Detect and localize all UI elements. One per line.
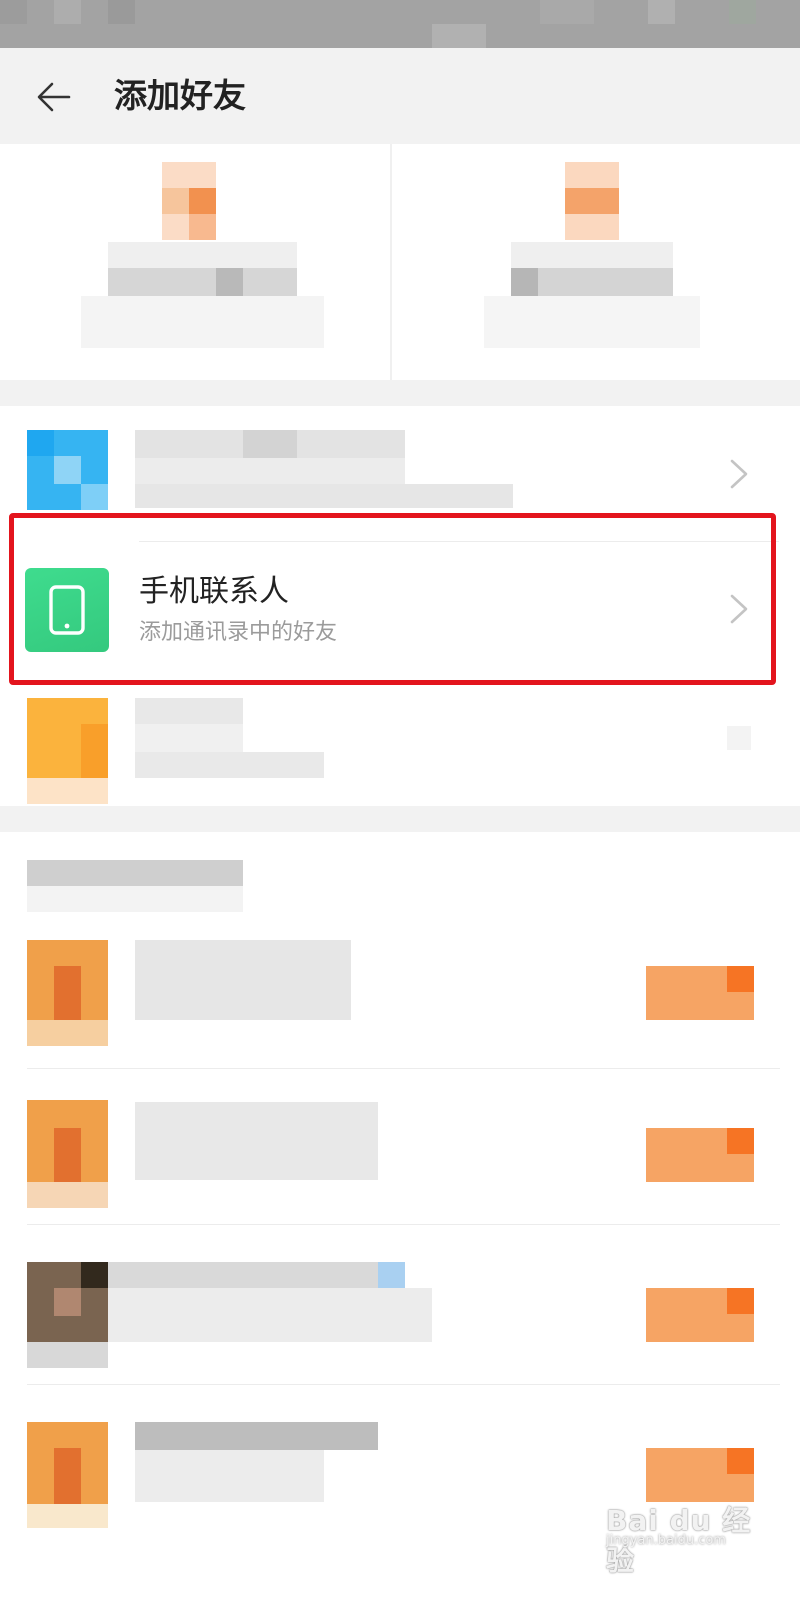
row-divider [27, 1068, 780, 1069]
watermark-url: jingyan.baidu.com [606, 1533, 726, 1548]
phone-contacts-tile [25, 568, 109, 652]
chevron-right-icon [730, 459, 748, 489]
back-arrow-icon [37, 82, 71, 112]
phone-contacts-title: 手机联系人 [139, 574, 289, 609]
app-header: 添加好友 [0, 48, 800, 144]
row-divider [27, 1224, 780, 1225]
section-divider [0, 806, 800, 832]
page-title: 添加好友 [114, 76, 246, 115]
section-divider [0, 380, 800, 406]
phone-contacts-item[interactable]: 手机联系人 添加通讯录中的好友 [0, 542, 800, 682]
section-header [27, 860, 243, 886]
row-divider [139, 541, 779, 542]
mobile-phone-icon [49, 585, 85, 635]
back-button[interactable] [30, 74, 78, 120]
status-bar [0, 0, 800, 48]
chevron-right-icon [730, 594, 748, 624]
baidu-watermark: Bai du 经验 jingyan.baidu.com [600, 1495, 780, 1577]
phone-contacts-subtitle: 添加通讯录中的好友 [139, 620, 338, 645]
column-divider [390, 144, 392, 380]
row-divider [27, 1384, 780, 1385]
